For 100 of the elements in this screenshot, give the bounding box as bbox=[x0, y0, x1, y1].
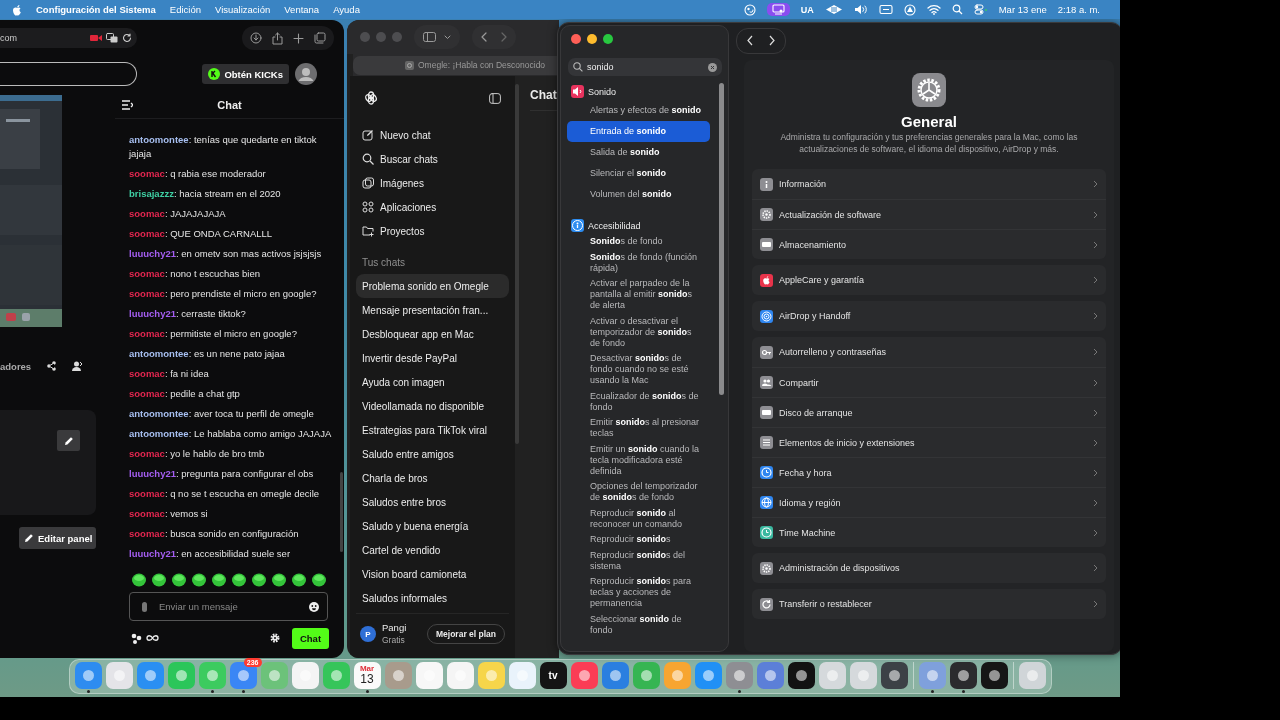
emote-icon[interactable] bbox=[251, 571, 267, 587]
app-icon[interactable] bbox=[787, 662, 815, 689]
sidebar-menu-item[interactable]: Nuevo chat bbox=[356, 123, 509, 147]
tab-label[interactable]: adores bbox=[0, 360, 32, 372]
edit-button[interactable] bbox=[57, 430, 80, 451]
clear-icon[interactable] bbox=[708, 62, 717, 72]
sidebar-menu-item[interactable]: Proyectos bbox=[356, 219, 509, 243]
emote-icon[interactable] bbox=[211, 571, 227, 587]
dots-icon[interactable] bbox=[131, 632, 142, 644]
settings-row[interactable]: Información bbox=[752, 169, 1106, 199]
address-bar[interactable]: Omegle: ¡Habla con Desconocido bbox=[353, 55, 559, 75]
emoji-icon[interactable] bbox=[309, 601, 319, 612]
reload-icon[interactable] bbox=[122, 33, 132, 43]
search-result[interactable]: Reproducir sonidos del sistema bbox=[567, 547, 707, 574]
kicks-button[interactable]: Obtén KICKs bbox=[202, 64, 289, 84]
search-result[interactable]: Silenciar el sonido bbox=[567, 163, 710, 184]
search-result[interactable]: Seleccionar sonido de fondo bbox=[567, 611, 707, 638]
chat-history-item[interactable]: Saludo entre amigos bbox=[356, 442, 509, 466]
close-button[interactable] bbox=[571, 34, 581, 44]
app-icon[interactable] bbox=[980, 662, 1008, 689]
sidebar-icon[interactable] bbox=[489, 92, 501, 104]
face-circle-icon[interactable] bbox=[743, 3, 756, 16]
sidebar-menu-item[interactable]: Buscar chats bbox=[356, 147, 509, 171]
settings-row[interactable]: Fecha y hora bbox=[752, 457, 1106, 487]
chat-history-item[interactable]: Saludo y buena energía bbox=[356, 514, 509, 538]
emote-icon[interactable] bbox=[131, 571, 147, 587]
input-source-label[interactable]: UA bbox=[800, 4, 814, 15]
chat-history-item[interactable]: Cartel de vendido bbox=[356, 538, 509, 562]
search-result[interactable]: Sonidos de fondo bbox=[567, 234, 707, 250]
settings-row[interactable]: Idioma y región bbox=[752, 487, 1106, 517]
settings-row[interactable]: AppleCare y garantía bbox=[752, 265, 1106, 295]
search-result[interactable]: Opciones del temporizador de sonidos de fondo bbox=[567, 479, 707, 506]
emote-icon[interactable] bbox=[311, 571, 327, 587]
search-result[interactable]: Activar el parpadeo de la pantalla al emitir sonidos de alerta bbox=[567, 276, 707, 314]
app-icon[interactable]: Mar 13 bbox=[353, 662, 381, 689]
settings-row[interactable]: Elementos de inicio y extensiones bbox=[752, 427, 1106, 457]
emote-icon[interactable] bbox=[291, 571, 307, 587]
chat-history-item[interactable]: Vision board camioneta bbox=[356, 562, 509, 586]
search-result[interactable]: Entrada de sonido bbox=[567, 121, 710, 142]
menu-item[interactable]: Ayuda bbox=[333, 4, 360, 15]
emote-icon[interactable] bbox=[271, 571, 287, 587]
diamond-icon[interactable] bbox=[824, 4, 843, 15]
knot-icon[interactable] bbox=[364, 91, 378, 105]
search-result[interactable]: Reproducir sonidos para teclas y acciones de permanencia bbox=[567, 574, 707, 612]
settings-row[interactable]: Almacenamiento bbox=[752, 229, 1106, 259]
chat-history-item[interactable]: Saludos informales bbox=[356, 586, 509, 610]
screen-sharing-button[interactable] bbox=[766, 3, 790, 16]
menu-item[interactable]: Ventana bbox=[284, 4, 320, 15]
volume-icon[interactable] bbox=[853, 4, 868, 15]
scrollbar[interactable] bbox=[340, 472, 343, 552]
control-center-icon[interactable] bbox=[973, 4, 988, 15]
minimize-button[interactable] bbox=[587, 34, 597, 44]
chat-history-item[interactable]: Invertir desde PayPal bbox=[356, 346, 509, 370]
plus-icon[interactable] bbox=[293, 32, 304, 44]
chat-history-item[interactable]: Ayuda con imagen bbox=[356, 370, 509, 394]
video-camera-icon[interactable] bbox=[90, 34, 102, 42]
chat-history-item[interactable]: Mensaje presentación fran... bbox=[356, 298, 509, 322]
settings-row[interactable]: Administración de dispositivos bbox=[752, 553, 1106, 583]
screen-person-icon[interactable] bbox=[771, 4, 785, 15]
search-icon[interactable] bbox=[951, 4, 963, 15]
emote-icon[interactable] bbox=[151, 571, 167, 587]
message-input[interactable]: Enviar un mensaje bbox=[157, 600, 299, 613]
search-result[interactable]: Ecualizador de sonidos de fondo bbox=[567, 388, 707, 415]
menu-item[interactable]: Visualización bbox=[215, 4, 271, 15]
tabs-icon[interactable] bbox=[314, 32, 326, 44]
search-result[interactable]: Emitir sonidos al presionar teclas bbox=[567, 415, 707, 442]
scrollbar[interactable] bbox=[719, 83, 724, 395]
sidebar-menu-item[interactable]: Imágenes bbox=[356, 171, 509, 195]
search-field[interactable]: sonido bbox=[568, 58, 722, 76]
triangle-circle-icon[interactable] bbox=[903, 3, 916, 16]
sidebar-button[interactable] bbox=[414, 25, 460, 49]
settings-row[interactable]: Transferir o restablecer bbox=[752, 589, 1106, 619]
avatar[interactable] bbox=[295, 63, 317, 85]
share-icon[interactable] bbox=[47, 361, 57, 371]
chat-send-button[interactable]: Chat bbox=[292, 627, 329, 649]
message-field[interactable]: Enviar un mensaje bbox=[129, 592, 328, 621]
search-result[interactable]: Reproducir sonidos bbox=[567, 532, 707, 548]
infinity-icon[interactable] bbox=[146, 634, 159, 642]
settings-row[interactable]: AirDrop y Handoff bbox=[752, 301, 1106, 331]
app-menu[interactable]: Configuración del Sistema bbox=[36, 4, 156, 15]
search-input[interactable]: sonido bbox=[587, 62, 704, 72]
sidebar-menu-item[interactable]: Aplicaciones bbox=[356, 195, 509, 219]
chat-history-item[interactable]: Desbloquear app en Mac bbox=[356, 322, 509, 346]
person-icon[interactable] bbox=[72, 361, 84, 371]
emote-icon[interactable] bbox=[171, 571, 187, 587]
edit-panel-button[interactable]: Editar panel bbox=[19, 527, 96, 549]
download-icon[interactable] bbox=[250, 32, 262, 44]
chat-history-item[interactable]: Estrategias para TikTok viral bbox=[356, 418, 509, 442]
settings-row[interactable]: Autorrelleno y contraseñas bbox=[752, 337, 1106, 367]
emote-icon[interactable] bbox=[231, 571, 247, 587]
menu-item[interactable]: Edición bbox=[169, 4, 201, 15]
chat-history-item[interactable]: Problema sonido en Omegle bbox=[356, 274, 509, 298]
search-result[interactable]: Alertas y efectos de sonido bbox=[567, 100, 710, 121]
zoom-button[interactable] bbox=[603, 34, 613, 44]
settings-row[interactable]: Compartir bbox=[752, 367, 1106, 397]
settings-row[interactable]: Time Machine bbox=[752, 517, 1106, 547]
settings-row[interactable]: Disco de arranque bbox=[752, 397, 1106, 427]
avatar[interactable]: P bbox=[360, 626, 376, 642]
search-result[interactable]: Sonidos de fondo (función rápida) bbox=[567, 249, 707, 276]
search-result[interactable]: Activar o desactivar el temporizador de sonidos de fondo bbox=[567, 313, 707, 351]
